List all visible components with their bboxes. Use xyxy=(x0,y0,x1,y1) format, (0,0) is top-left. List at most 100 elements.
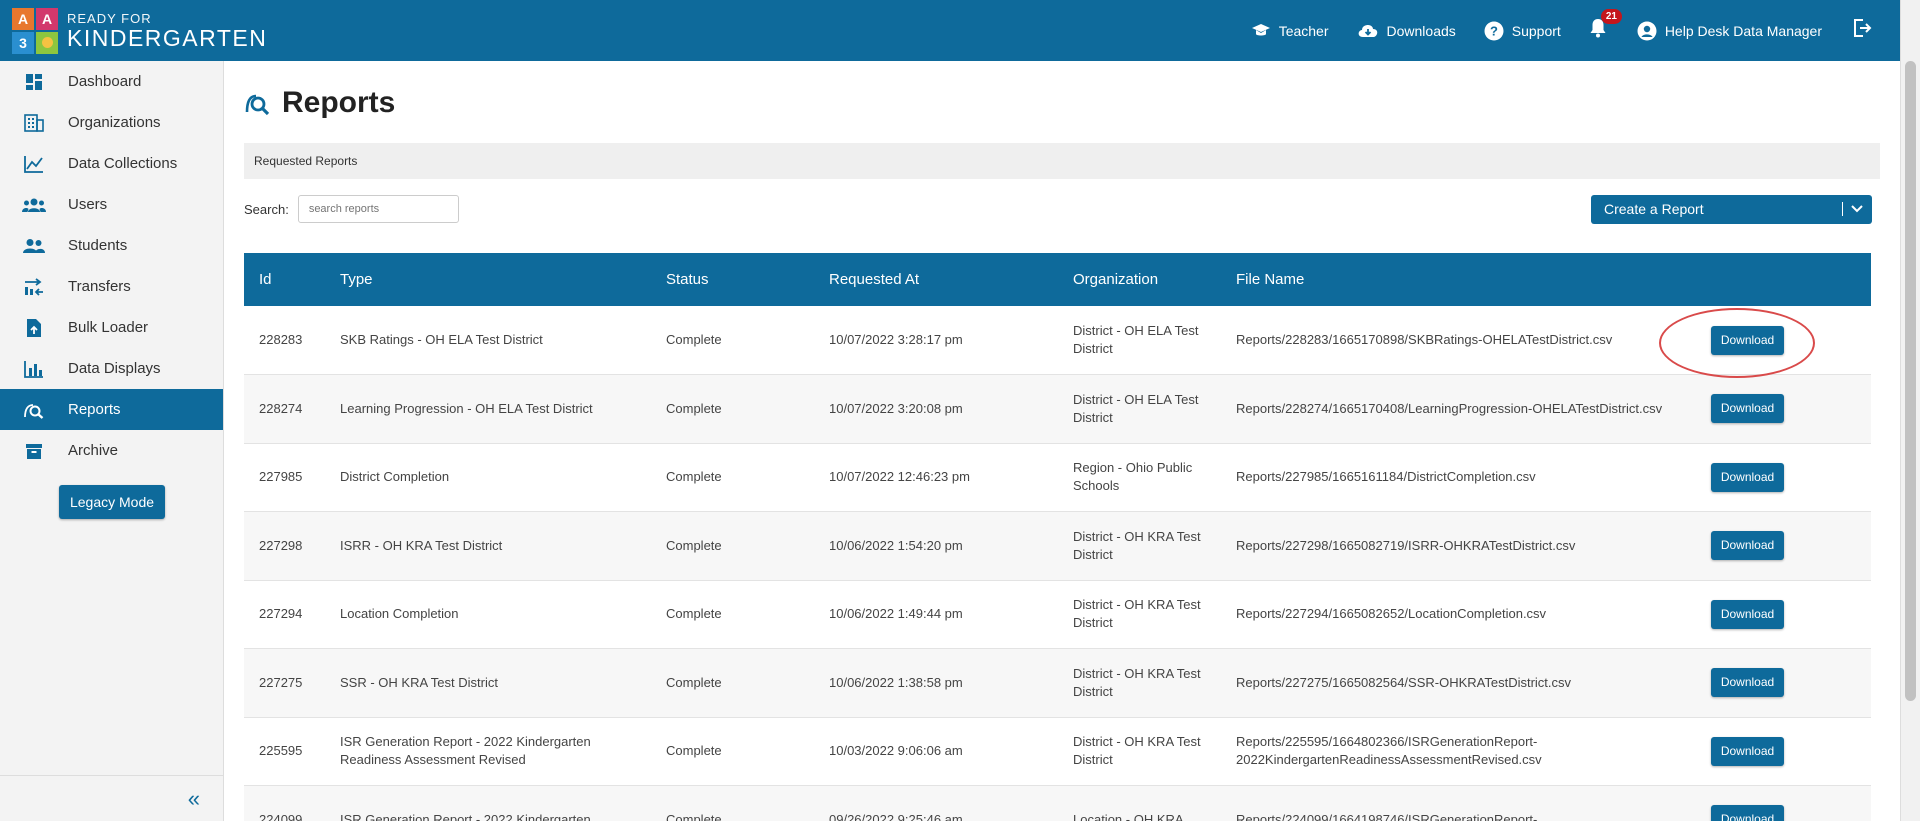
download-button[interactable]: Download xyxy=(1711,462,1784,492)
sidebar-item-users[interactable]: Users xyxy=(0,184,223,225)
cell-organization: District - OH ELA Test District xyxy=(1058,374,1221,444)
sidebar-item-data-displays[interactable]: Data Displays xyxy=(0,348,223,389)
cell-status: Complete xyxy=(651,511,814,581)
table-row: 224099 ISR Generation Report - 2022 Kinde… xyxy=(244,785,1871,821)
nav-user-menu[interactable]: Help Desk Data Manager xyxy=(1637,21,1822,41)
sidebar-item-reports[interactable]: Reports xyxy=(0,389,223,430)
legacy-mode-button[interactable]: Legacy Mode xyxy=(59,485,165,519)
nav-support-label: Support xyxy=(1511,22,1561,39)
cell-file-name: Reports/227294/1665082652/LocationComple… xyxy=(1221,580,1711,649)
collapse-sidebar-icon[interactable]: « xyxy=(0,775,224,821)
cell-status: Complete xyxy=(651,717,814,786)
logo-tagline: READY FOR xyxy=(67,10,152,26)
cell-requested-at: 10/03/2022 9:06:06 am xyxy=(814,717,1058,786)
sidebar-item-archive[interactable]: Archive xyxy=(0,430,223,471)
cell-id: 225595 xyxy=(244,717,325,786)
sidebar-item-students[interactable]: Students xyxy=(0,225,223,266)
cell-actions: Download xyxy=(1659,306,1871,378)
cell-organization: District - OH KRA Test District xyxy=(1058,580,1221,649)
cell-organization: District - OH KRA Test District xyxy=(1058,717,1221,786)
cell-file-name: Reports/228283/1665170898/SKBRatings-OHE… xyxy=(1221,306,1711,375)
download-button[interactable]: Download xyxy=(1711,531,1784,561)
sidebar-item-label: Users xyxy=(68,196,108,213)
sidebar-item-bulk-loader[interactable]: Bulk Loader xyxy=(0,307,223,348)
sidebar: Dashboard Organizations Data Collections… xyxy=(0,61,224,821)
scrollbar-thumb[interactable] xyxy=(1905,61,1916,701)
cell-id: 227294 xyxy=(244,580,325,649)
cell-file-name: Reports/228274/1665170408/LearningProgre… xyxy=(1221,374,1711,444)
column-header-status[interactable]: Status xyxy=(651,253,814,306)
user-circle-icon xyxy=(1637,21,1657,40)
dashboard-icon xyxy=(26,73,42,90)
cell-status: Complete xyxy=(651,785,814,821)
download-button[interactable]: Download xyxy=(1711,325,1784,355)
cell-type: ISR Generation Report - 2022 Kindergarte… xyxy=(325,785,651,821)
notifications-button[interactable]: 21 xyxy=(1589,9,1622,43)
cell-type: Learning Progression - OH ELA Test Distr… xyxy=(325,374,651,444)
column-header-actions xyxy=(1711,253,1871,306)
cell-status: Complete xyxy=(651,443,814,512)
page-scrollbar[interactable] xyxy=(1900,0,1920,821)
users-icon xyxy=(22,198,46,212)
cell-requested-at: 10/07/2022 3:28:17 pm xyxy=(814,306,1058,375)
column-header-id[interactable]: Id xyxy=(244,253,325,306)
cell-requested-at: 10/06/2022 1:38:58 pm xyxy=(814,648,1058,718)
cell-type: ISR Generation Report - 2022 Kindergarte… xyxy=(325,717,651,786)
transfer-icon xyxy=(25,277,43,296)
cell-requested-at: 10/07/2022 12:46:23 pm xyxy=(814,443,1058,512)
cell-file-name: Reports/224099/1664198746/ISRGenerationR… xyxy=(1221,785,1711,821)
cell-requested-at: 09/26/2022 9:25:46 am xyxy=(814,785,1058,821)
bar-chart-icon xyxy=(24,360,43,378)
sidebar-item-data-collections[interactable]: Data Collections xyxy=(0,143,223,184)
search-input[interactable] xyxy=(297,195,459,223)
nav-support[interactable]: ? Support xyxy=(1484,21,1561,41)
column-header-type[interactable]: Type xyxy=(325,253,651,306)
download-button[interactable]: Download xyxy=(1711,599,1784,629)
nav-downloads[interactable]: Downloads xyxy=(1357,23,1456,39)
cell-actions: Download xyxy=(1711,785,1871,821)
page-title: Reports xyxy=(282,86,396,119)
download-button[interactable]: Download xyxy=(1711,668,1784,698)
sidebar-item-organizations[interactable]: Organizations xyxy=(0,102,223,143)
cell-status: Complete xyxy=(651,374,814,444)
column-header-file-name[interactable]: File Name xyxy=(1221,253,1711,306)
nav-teacher[interactable]: Teacher xyxy=(1251,23,1329,39)
cell-file-name: Reports/227275/1665082564/SSR-OHKRATestD… xyxy=(1221,648,1711,718)
report-search-icon xyxy=(24,403,44,419)
logo-blocks-icon: A A 3 xyxy=(12,7,58,54)
cell-type: SKB Ratings - OH ELA Test District xyxy=(325,306,651,375)
cell-file-name: Reports/227985/1665161184/DistrictComple… xyxy=(1221,443,1711,512)
cell-id: 228274 xyxy=(244,374,325,444)
table-row: 228283 SKB Ratings - OH ELA Test District… xyxy=(244,306,1871,378)
sidebar-item-label: Bulk Loader xyxy=(68,319,149,336)
reports-table: Id Type Status Requested At Organization… xyxy=(244,253,1871,821)
cell-actions: Download xyxy=(1711,374,1871,444)
column-header-organization[interactable]: Organization xyxy=(1058,253,1221,306)
create-report-label: Create a Report xyxy=(1604,201,1704,217)
requested-reports-heading: Requested Reports xyxy=(244,143,1880,179)
create-report-dropdown[interactable]: Create a Report xyxy=(1591,194,1872,224)
sidebar-item-label: Dashboard xyxy=(68,73,142,90)
column-header-requested-at[interactable]: Requested At xyxy=(814,253,1058,306)
page-header: Reports xyxy=(244,61,1880,141)
cell-id: 228283 xyxy=(244,306,325,375)
sidebar-item-label: Organizations xyxy=(68,114,161,131)
cell-type: District Completion xyxy=(325,443,651,512)
archive-icon xyxy=(26,443,42,459)
cell-organization: Region - Ohio Public Schools xyxy=(1058,443,1221,512)
download-button[interactable]: Download xyxy=(1711,805,1784,821)
sidebar-item-transfers[interactable]: Transfers xyxy=(0,266,223,307)
cell-actions: Download xyxy=(1711,511,1871,581)
nav-user-label: Help Desk Data Manager xyxy=(1664,22,1822,39)
table-row: 225595 ISR Generation Report - 2022 Kinde… xyxy=(244,717,1871,786)
help-circle-icon: ? xyxy=(1484,21,1504,40)
logout-button[interactable] xyxy=(1852,18,1872,43)
download-button[interactable]: Download xyxy=(1711,736,1784,766)
app-logo[interactable]: A A 3 READY FOR KINDERGARTEN xyxy=(12,7,267,54)
download-button[interactable]: Download xyxy=(1711,394,1784,424)
sidebar-item-dashboard[interactable]: Dashboard xyxy=(0,61,223,102)
main-content: Reports Requested Reports Search: Create… xyxy=(244,61,1880,821)
table-row: 227275 SSR - OH KRA Test District Complete… xyxy=(244,648,1871,718)
cell-requested-at: 10/07/2022 3:20:08 pm xyxy=(814,374,1058,444)
search-label: Search: xyxy=(244,201,289,217)
